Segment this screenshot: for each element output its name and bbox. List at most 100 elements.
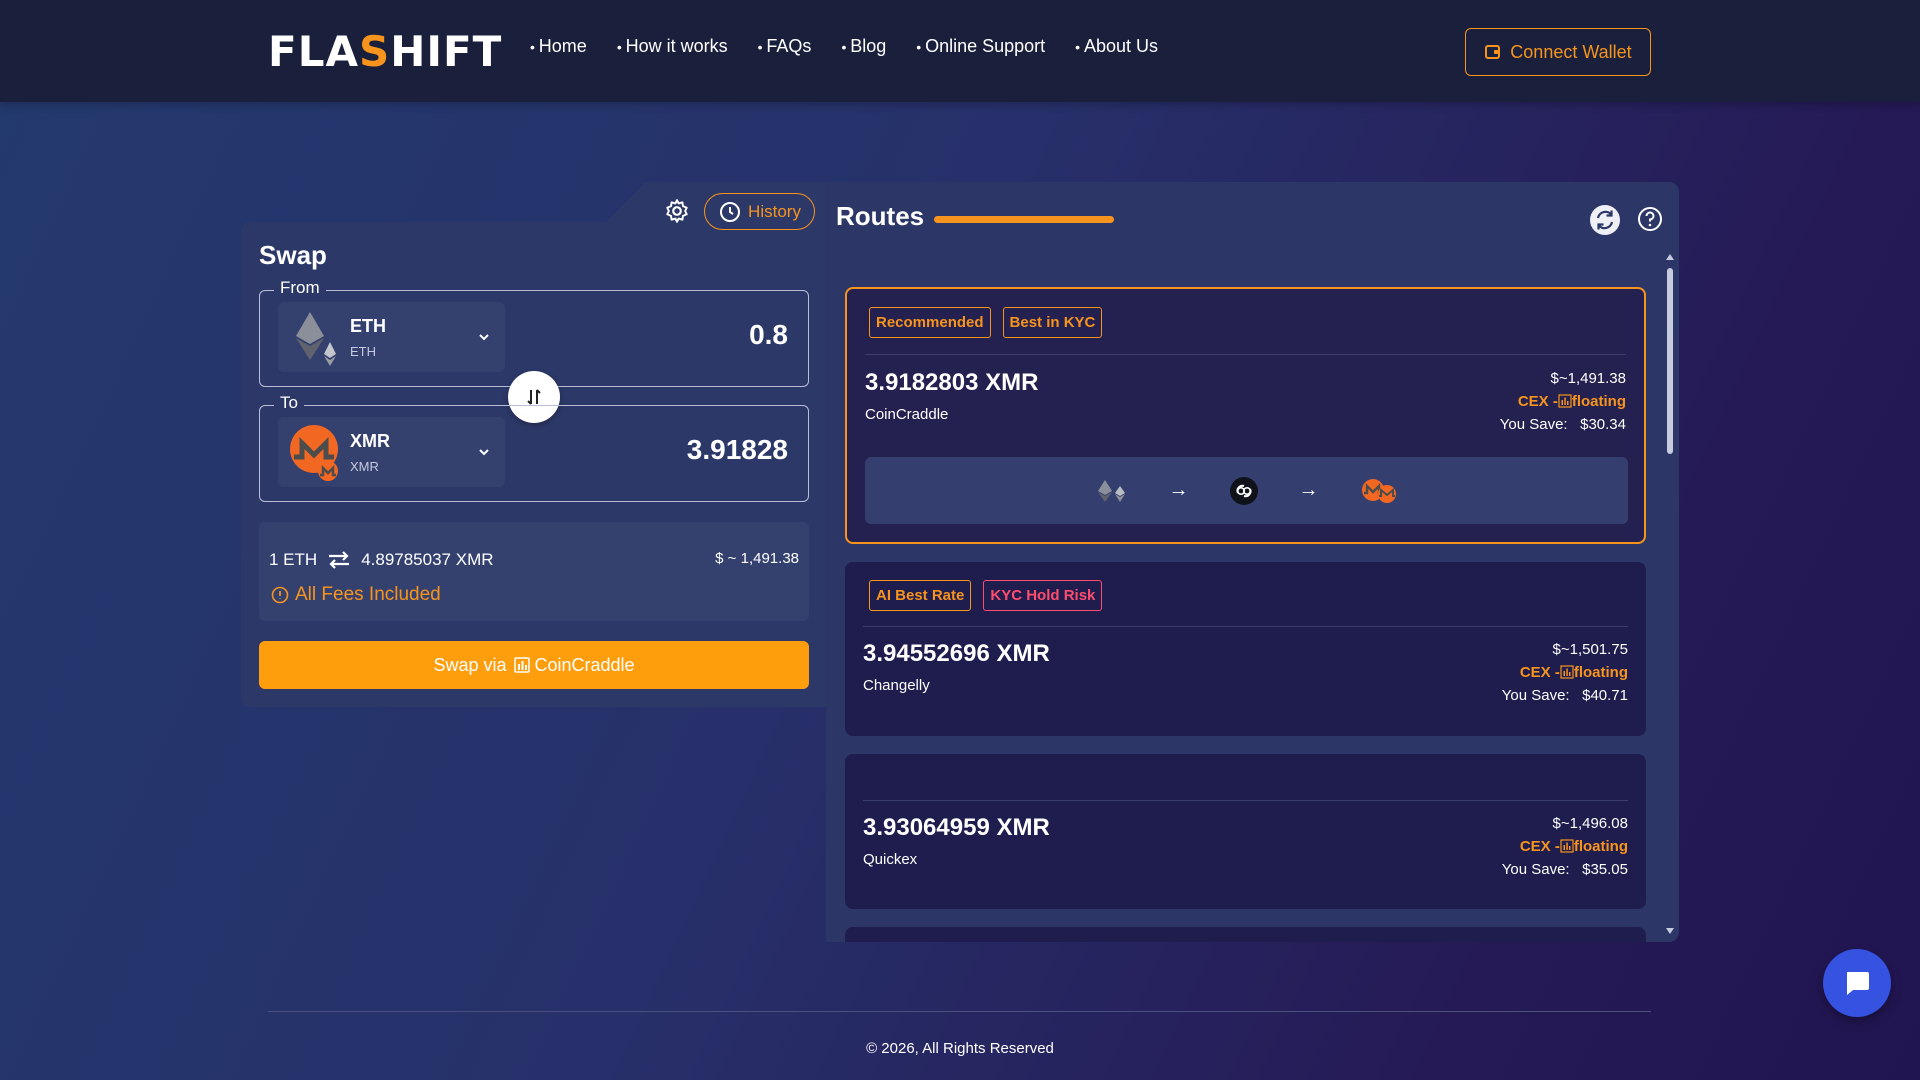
route-type-prefix: CEX - [1517, 393, 1558, 410]
exchange-arrows-icon [329, 551, 350, 569]
eth-icon [1097, 479, 1125, 502]
route-details: $~1,496.08 CEX - floating You Save: $35.0… [1502, 812, 1628, 881]
to-token-select[interactable]: XMR XMR [278, 417, 505, 487]
swap-title: Swap [259, 240, 327, 270]
route-card-quickex[interactable]: 3.93064959 XMR Quickex $~1,496.08 CEX - f… [845, 754, 1646, 909]
connect-wallet-label: Connect Wallet [1510, 41, 1632, 62]
routes-scrollbar-thumb[interactable] [1667, 268, 1673, 454]
card-divider [863, 800, 1628, 801]
chart-box-icon [1560, 665, 1574, 679]
route-type-label: floating [1571, 393, 1626, 410]
route-save-label: You Save: [1501, 687, 1570, 704]
route-type: CEX - floating [1502, 661, 1628, 684]
history-label: History [748, 201, 801, 221]
scroll-up-arrow[interactable] [1666, 254, 1674, 260]
from-token-network: ETH [350, 344, 376, 359]
route-save-label: You Save: [1499, 416, 1568, 433]
chat-button[interactable] [1823, 949, 1891, 1017]
route-savings: You Save: $40.71 [1502, 684, 1628, 707]
rate-summary: 1 ETH 4.89785037 XMR $ ~ 1,491.38 All Fe… [259, 522, 809, 621]
card-divider [863, 626, 1628, 627]
wallet-icon [1485, 45, 1501, 59]
rate-quote: 4.89785037 XMR [361, 550, 494, 569]
route-badges: Recommended Best in KYC [869, 307, 1103, 338]
fees-note-text: All Fees Included [295, 584, 441, 605]
route-usd: $~1,501.75 [1552, 641, 1629, 658]
chart-box-icon [1558, 394, 1572, 408]
top-header: FLASHIFT Home How it works FAQs Blog Onl… [0, 0, 1920, 102]
xmr-icon [1361, 478, 1396, 503]
nav-online-support[interactable]: Online Support [916, 36, 1045, 57]
route-card-partial[interactable] [845, 927, 1646, 942]
fees-note: All Fees Included [271, 584, 441, 606]
route-provider: Quickex [863, 851, 918, 868]
route-savings: You Save: $30.34 [1500, 413, 1626, 436]
path-arrow-icon: → [1298, 479, 1319, 501]
xmr-icon [290, 425, 338, 481]
badge-kyc-hold-risk: KYC Hold Risk [983, 580, 1103, 611]
route-path: → → [865, 457, 1628, 524]
gear-icon[interactable] [664, 198, 690, 224]
swap-button-prefix: Swap via [433, 654, 507, 675]
route-details: $~1,491.38 CEX - floating You Save: $30.3… [1500, 367, 1626, 436]
info-circle-icon [271, 586, 289, 604]
history-button[interactable]: History [704, 193, 815, 230]
route-type: CEX - floating [1502, 835, 1628, 858]
routes-progress-bar [934, 216, 1114, 223]
route-amount: 3.93064959 XMR [863, 814, 1050, 841]
eth-icon [296, 312, 336, 366]
path-arrow-icon: → [1168, 479, 1189, 501]
chevron-down-icon [479, 334, 489, 341]
to-token-symbol: XMR [350, 431, 390, 451]
footer-copyright: © 2026, All Rights Reserved [866, 1040, 1054, 1057]
refresh-icon[interactable] [1589, 204, 1621, 236]
footer-divider [268, 1011, 1651, 1012]
swap-button[interactable]: Swap via CoinCraddle [259, 641, 809, 689]
help-icon[interactable] [1637, 206, 1663, 232]
badge-recommended: Recommended [869, 307, 991, 338]
route-save-value: $40.71 [1582, 687, 1628, 704]
to-field: To XMR XMR [259, 393, 809, 502]
nav-home[interactable]: Home [530, 36, 587, 57]
route-save-value: $30.34 [1580, 416, 1626, 433]
rate-base: 1 ETH [269, 550, 318, 569]
logo-text-left: FLA [268, 26, 359, 76]
route-usd: $~1,491.38 [1550, 370, 1627, 387]
logo-text-right: HIFT [390, 26, 503, 76]
from-token-symbol: ETH [350, 316, 386, 336]
route-savings: You Save: $35.05 [1502, 858, 1628, 881]
route-usd: $~1,496.08 [1552, 815, 1629, 832]
route-amount: 3.9182803 XMR [865, 369, 1039, 396]
route-type-label: floating [1573, 664, 1628, 681]
route-provider: CoinCraddle [865, 406, 949, 423]
nav-about-us[interactable]: About Us [1075, 36, 1158, 57]
route-card-coincraddle[interactable]: Recommended Best in KYC 3.9182803 XMR Co… [845, 287, 1646, 544]
flashift-logo[interactable]: FLA S HIFT [268, 26, 503, 76]
rate-usd: $ ~ 1,491.38 [715, 550, 799, 567]
provider-logo-icon [514, 657, 531, 673]
from-label: From [274, 278, 326, 298]
route-card-changelly[interactable]: AI Best Rate KYC Hold Risk 3.94552696 XM… [845, 562, 1646, 736]
route-type-prefix: CEX - [1519, 838, 1560, 855]
from-amount-input[interactable] [588, 319, 788, 351]
swap-button-provider: CoinCraddle [534, 654, 635, 675]
nav-faqs[interactable]: FAQs [758, 36, 811, 57]
route-type-label: floating [1573, 838, 1628, 855]
badge-best-in-kyc: Best in KYC [1002, 307, 1103, 338]
route-save-value: $35.05 [1582, 861, 1628, 878]
chart-box-icon [1560, 839, 1574, 853]
from-token-select[interactable]: ETH ETH [278, 302, 505, 372]
route-details: $~1,501.75 CEX - floating You Save: $40.7… [1502, 638, 1628, 707]
route-type: CEX - floating [1500, 390, 1626, 413]
scroll-down-arrow[interactable] [1666, 928, 1674, 934]
nav-blog[interactable]: Blog [841, 36, 886, 57]
to-amount-input[interactable] [588, 434, 788, 466]
connect-wallet-button[interactable]: Connect Wallet [1465, 28, 1651, 76]
to-token-network: XMR [350, 459, 379, 474]
chevron-down-icon [479, 449, 489, 456]
route-save-label: You Save: [1501, 861, 1570, 878]
rate-line: 1 ETH 4.89785037 XMR [269, 550, 494, 570]
nav-how-it-works[interactable]: How it works [617, 36, 728, 57]
to-label: To [274, 393, 304, 413]
coincraddle-icon [1229, 476, 1258, 505]
